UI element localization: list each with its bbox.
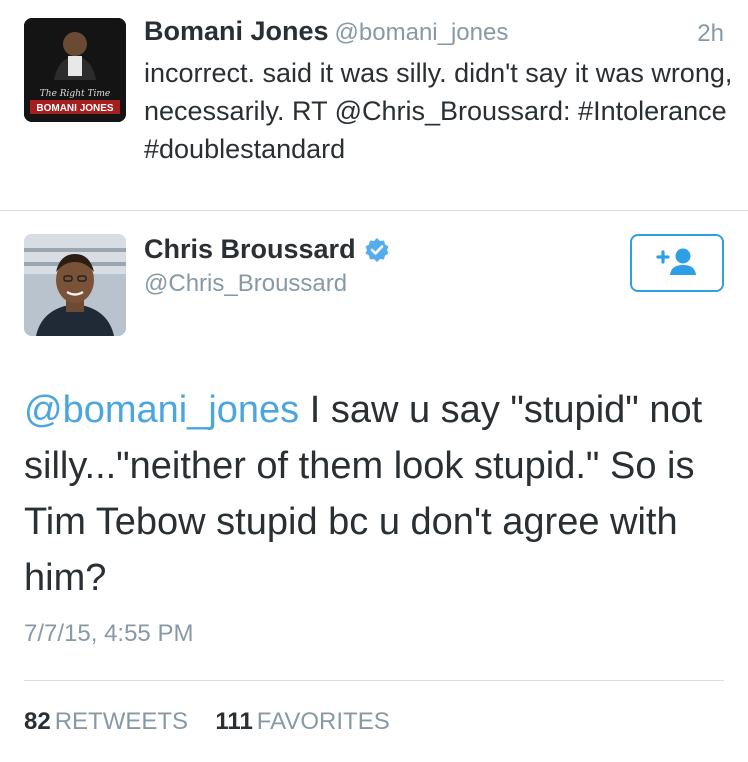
main-author-name[interactable]: Chris Broussard xyxy=(144,234,356,265)
chris-broussard-avatar[interactable] xyxy=(24,234,126,336)
stats-divider xyxy=(24,680,724,681)
retweets-stat[interactable]: 82 RETWEETS xyxy=(24,708,195,735)
favorites-label: FAVORITES xyxy=(256,708,390,735)
retweets-label: RETWEETS xyxy=(54,708,189,735)
parent-tweet-time: 2h xyxy=(697,20,724,47)
main-tweet-text: @bomani_jones I saw u say "stupid" not s… xyxy=(24,382,724,606)
parent-author-name[interactable]: Bomani Jones xyxy=(144,16,329,46)
bomani-jones-avatar[interactable]: The Right Time BOMANI JONES xyxy=(24,18,126,122)
tweet-stats: 82 RETWEETS 111 FAVORITES xyxy=(24,708,390,736)
follow-button[interactable] xyxy=(630,234,724,292)
add-user-icon xyxy=(654,245,700,282)
tweet-timestamp[interactable]: 7/7/15, 4:55 PM xyxy=(24,620,193,648)
mention-link[interactable]: @bomani_jones xyxy=(24,389,299,431)
parent-tweet[interactable]: The Right Time BOMANI JONES Bomani Jones… xyxy=(0,0,748,210)
parent-tweet-text: incorrect. said it was silly. didn't say… xyxy=(144,58,733,164)
main-author-handle[interactable]: @Chris_Broussard xyxy=(144,270,347,298)
avatar-name-text: BOMANI JONES xyxy=(36,103,114,114)
favorites-stat[interactable]: 111 FAVORITES xyxy=(209,708,390,735)
parent-author-handle[interactable]: @bomani_jones xyxy=(335,19,509,46)
verified-badge-icon xyxy=(364,237,390,263)
retweets-count: 82 xyxy=(24,708,51,735)
main-author-name-line: Chris Broussard xyxy=(144,234,390,265)
avatar-script-text: The Right Time xyxy=(40,89,110,99)
parent-author-line: Bomani Jones @bomani_jones xyxy=(144,16,508,47)
tweet-divider xyxy=(0,210,748,211)
favorites-count: 111 xyxy=(215,708,253,735)
